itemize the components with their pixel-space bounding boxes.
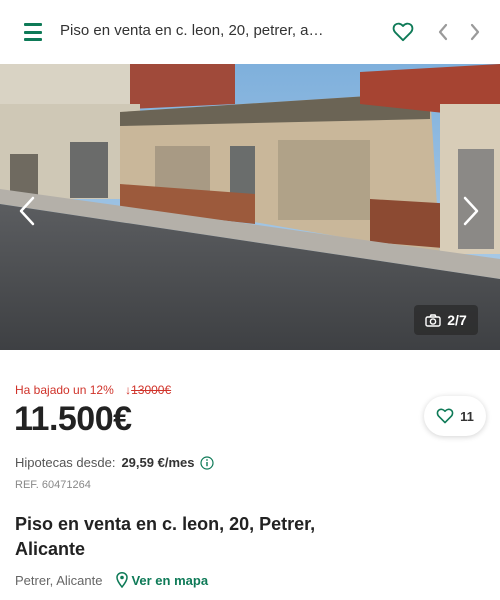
location-row: Petrer, Alicante Ver en mapa xyxy=(15,572,208,588)
price: 11.500€ xyxy=(14,400,132,438)
favorites-button[interactable]: 11 xyxy=(424,396,486,436)
photo-counter[interactable]: 2/7 xyxy=(414,305,478,335)
location-text: Petrer, Alicante xyxy=(15,572,103,588)
menu-icon[interactable] xyxy=(24,23,42,41)
chevron-right-icon[interactable] xyxy=(463,20,487,44)
mortgage-label: Hipotecas desde: xyxy=(15,455,116,470)
map-pin-icon xyxy=(116,572,129,588)
photo-counter-label: 2/7 xyxy=(447,312,467,328)
mortgage-value: 29,59 €/mes xyxy=(121,455,195,470)
chevron-left-icon[interactable] xyxy=(431,20,455,44)
view-map-link[interactable]: Ver en mapa xyxy=(116,572,208,588)
camera-icon xyxy=(425,313,441,327)
old-price: ↓13000€ xyxy=(125,383,171,397)
heart-icon[interactable] xyxy=(391,20,415,44)
price-drop-info: Ha bajado un 12% ↓13000€ xyxy=(15,383,171,397)
page-title: Piso en venta en c. leon, 20, petrer, al… xyxy=(60,22,325,39)
top-bar: Piso en venta en c. leon, 20, petrer, al… xyxy=(0,0,500,64)
listing-title: Piso en venta en c. leon, 20, Petrer, Al… xyxy=(15,514,316,559)
info-icon[interactable] xyxy=(200,455,215,470)
favorites-count: 11 xyxy=(460,408,474,424)
heart-icon xyxy=(436,408,454,424)
chevron-left-icon[interactable] xyxy=(12,194,42,228)
view-map-label: Ver en mapa xyxy=(131,572,209,588)
mortgage-info: Hipotecas desde: 29,59 €/mes xyxy=(15,455,215,470)
chevron-right-icon[interactable] xyxy=(456,194,486,228)
property-photo[interactable]: 2/7 xyxy=(0,64,500,350)
old-price-value: 13000€ xyxy=(131,383,172,397)
reference-code: REF. 60471264 xyxy=(15,479,91,491)
price-drop-label: Ha bajado un 12% xyxy=(15,383,114,397)
